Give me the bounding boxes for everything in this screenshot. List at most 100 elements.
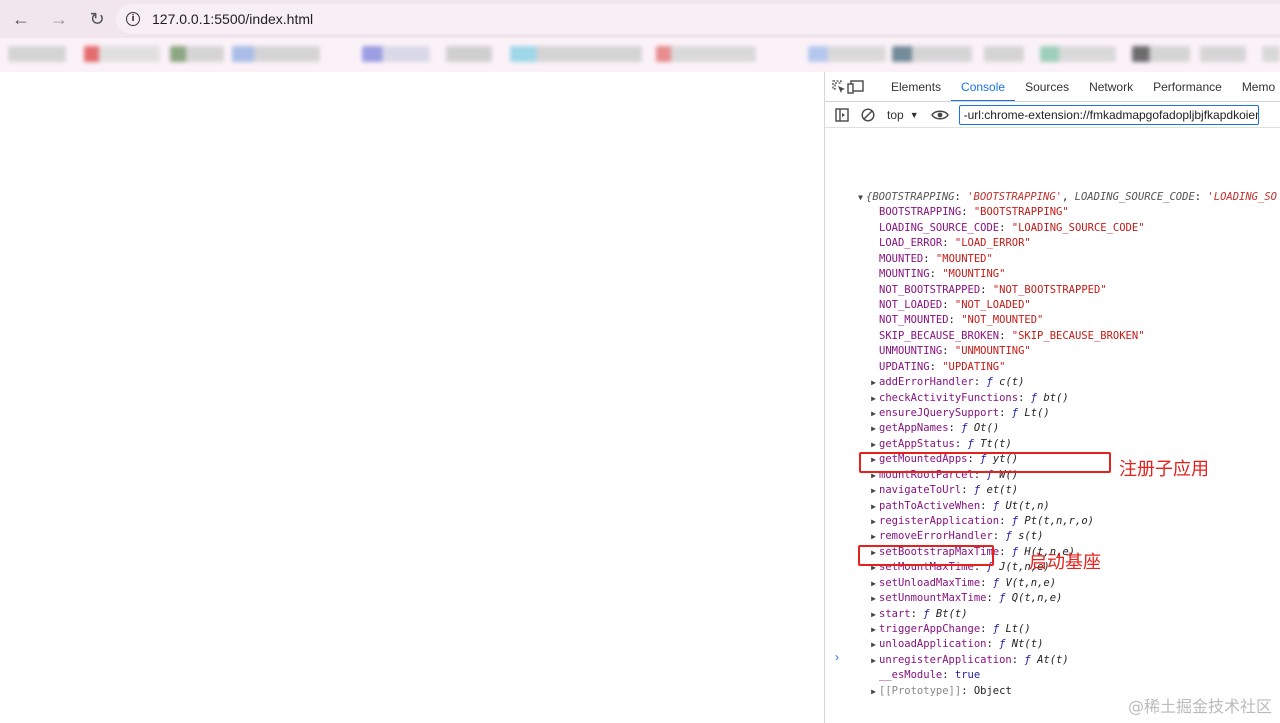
function-symbol: ƒ	[1024, 653, 1031, 666]
console-property-row[interactable]: ▶ ensureJQuerySupport: ƒ Lt()	[868, 406, 1050, 421]
property-value: "LOAD_ERROR"	[954, 237, 1031, 250]
clear-console-icon[interactable]	[857, 104, 879, 126]
address-bar[interactable]: i 127.0.0.1:5500/index.html	[116, 4, 1280, 34]
function-signature: Nt(t)	[1011, 638, 1044, 651]
summary-value: 'LOADING_SO	[1207, 191, 1277, 203]
property-key: checkActivityFunctions	[879, 391, 1019, 404]
console-property-row[interactable]: ▶ triggerAppChange: ƒ Lt()	[868, 622, 1031, 637]
console-property-row[interactable]: ▶ setUnmountMaxTime: ƒ Q(t,n,e)	[868, 591, 1062, 606]
bookmark-item[interactable]	[1262, 46, 1280, 62]
property-key: SKIP_BECAUSE_BROKEN	[879, 329, 1000, 342]
colon: :	[999, 221, 1012, 234]
property-key: setUnloadMaxTime	[879, 576, 981, 589]
console-property-row[interactable]: ▶ start: ƒ Bt(t)	[868, 607, 967, 622]
colon: :	[954, 437, 968, 450]
console-property-row[interactable]: ▶ setUnloadMaxTime: ƒ V(t,n,e)	[868, 576, 1056, 591]
sidebar-toggle-icon[interactable]	[831, 104, 853, 126]
site-info-icon[interactable]: i	[126, 12, 140, 26]
tab-memory[interactable]: Memo	[1232, 72, 1280, 101]
tab-sources[interactable]: Sources	[1015, 72, 1079, 101]
console-property-row[interactable]: ▶ pathToActiveWhen: ƒ Ut(t,n)	[868, 499, 1050, 514]
bookmark-item[interactable]	[510, 46, 642, 62]
colon: :	[961, 206, 974, 219]
bookmark-item[interactable]	[232, 46, 320, 62]
console-property-row[interactable]: ▶ navigateToUrl: ƒ et(t)	[868, 483, 1018, 498]
device-toolbar-icon[interactable]	[847, 76, 865, 98]
console-filter-input[interactable]: -url:chrome-extension://fmkadmapgofadopl…	[958, 104, 1259, 125]
console-property-row[interactable]: ▶ unloadApplication: ƒ Nt(t)	[868, 637, 1043, 652]
console-property-row[interactable]: ▶ registerApplication: ƒ Pt(t,n,r,o)	[868, 514, 1094, 529]
colon: :	[954, 191, 968, 203]
property-value: "MOUNTING"	[942, 268, 1006, 281]
highlight-box-start	[858, 545, 994, 566]
console-property-row[interactable]: ▶ removeErrorHandler: ƒ s(t)	[868, 529, 1043, 544]
back-arrow-icon[interactable]: ←	[4, 2, 38, 36]
property-key: BOOTSTRAPPING	[879, 206, 962, 219]
bookmark-item[interactable]	[362, 46, 430, 62]
property-value: "UPDATING"	[942, 360, 1006, 373]
watermark: @稀土掘金技术社区	[1127, 697, 1272, 716]
console-property-row: NOT_LOADED: "NOT_LOADED"	[879, 298, 1031, 313]
tab-performance[interactable]: Performance	[1143, 72, 1232, 101]
bookmark-item[interactable]	[8, 46, 66, 62]
bookmark-item[interactable]	[1200, 46, 1246, 62]
function-signature: s(t)	[1018, 530, 1044, 543]
tab-network[interactable]: Network	[1079, 72, 1143, 101]
colon: :	[1194, 191, 1208, 203]
console-property-row[interactable]: ▶ checkActivityFunctions: ƒ bt()	[868, 391, 1069, 406]
property-value: "UNMOUNTING"	[954, 345, 1031, 358]
expand-right-triangle-icon: ▶	[871, 517, 876, 527]
function-signature: At(t)	[1037, 653, 1069, 666]
console-property-row[interactable]: ▶ getAppStatus: ƒ Tt(t)	[868, 437, 1012, 452]
property-key: setUnmountMaxTime	[879, 592, 987, 605]
reload-icon[interactable]: ↻	[80, 2, 114, 36]
expand-right-triangle-icon: ▶	[871, 686, 876, 696]
expand-right-triangle-icon: ▶	[871, 594, 876, 604]
page-viewport	[0, 72, 824, 723]
property-key: LOAD_ERROR	[879, 237, 943, 250]
function-symbol: ƒ	[986, 376, 993, 389]
bookmark-item[interactable]	[84, 46, 160, 62]
expand-right-triangle-icon: ▶	[871, 640, 876, 650]
console-property-row[interactable]: ▶ [[Prototype]]: Object	[868, 684, 1012, 699]
function-signature: V(t,n,e)	[1005, 576, 1057, 589]
bookmark-item[interactable]	[892, 46, 972, 62]
expand-right-triangle-icon: ▶	[871, 532, 876, 542]
tab-console[interactable]: Console	[951, 72, 1016, 101]
bookmark-item[interactable]	[446, 46, 492, 62]
console-property-row[interactable]: ▶ getAppNames: ƒ Ot()	[868, 421, 999, 436]
annotation-register: 注册子应用	[1119, 459, 1209, 480]
property-key: NOT_BOOTSTRAPPED	[879, 283, 981, 296]
bookmark-item[interactable]	[808, 46, 886, 62]
console-property-row: NOT_MOUNTED: "NOT_MOUNTED"	[879, 313, 1043, 328]
url-text: 127.0.0.1:5500/index.html	[152, 11, 314, 27]
property-key: start	[879, 607, 911, 620]
console-object-summary[interactable]: ▼ {BOOTSTRAPPING: 'BOOTSTRAPPING', LOADIN…	[855, 190, 1277, 205]
function-signature: Lt()	[1005, 623, 1031, 636]
colon: :	[942, 669, 955, 682]
devtools-tab-bar: Elements Console Sources Network Perform…	[825, 72, 1280, 102]
tab-elements[interactable]: Elements	[881, 72, 951, 101]
live-expression-eye-icon[interactable]	[929, 104, 951, 126]
console-property-row: MOUNTING: "MOUNTING"	[879, 267, 1005, 282]
bookmark-item[interactable]	[1132, 46, 1190, 62]
context-selector[interactable]: top ▼	[887, 108, 919, 122]
bookmark-item[interactable]	[656, 46, 756, 62]
console-property-row: MOUNTED: "MOUNTED"	[879, 252, 993, 267]
console-toolbar: top ▼ -url:chrome-extension://fmkadmapgo…	[825, 102, 1280, 128]
bookmark-item[interactable]	[984, 46, 1024, 62]
bookmark-item[interactable]	[1040, 46, 1116, 62]
console-property-row[interactable]: ▶ addErrorHandler: ƒ c(t)	[868, 375, 1024, 390]
console-property-row[interactable]: ▶ unregisterApplication: ƒ At(t)	[868, 653, 1069, 668]
console-prompt-icon[interactable]: ›	[835, 650, 839, 664]
colon: :	[942, 345, 955, 358]
forward-arrow-icon[interactable]: →	[42, 2, 76, 36]
inspect-element-icon[interactable]	[831, 76, 847, 98]
expand-right-triangle-icon: ▶	[871, 501, 876, 511]
bookmark-item[interactable]	[170, 46, 224, 62]
expand-right-triangle-icon: ▶	[871, 578, 876, 588]
colon: :	[980, 499, 993, 512]
property-value: "BOOTSTRAPPING"	[973, 206, 1069, 219]
colon: :	[961, 484, 974, 497]
colon: :	[980, 576, 993, 589]
